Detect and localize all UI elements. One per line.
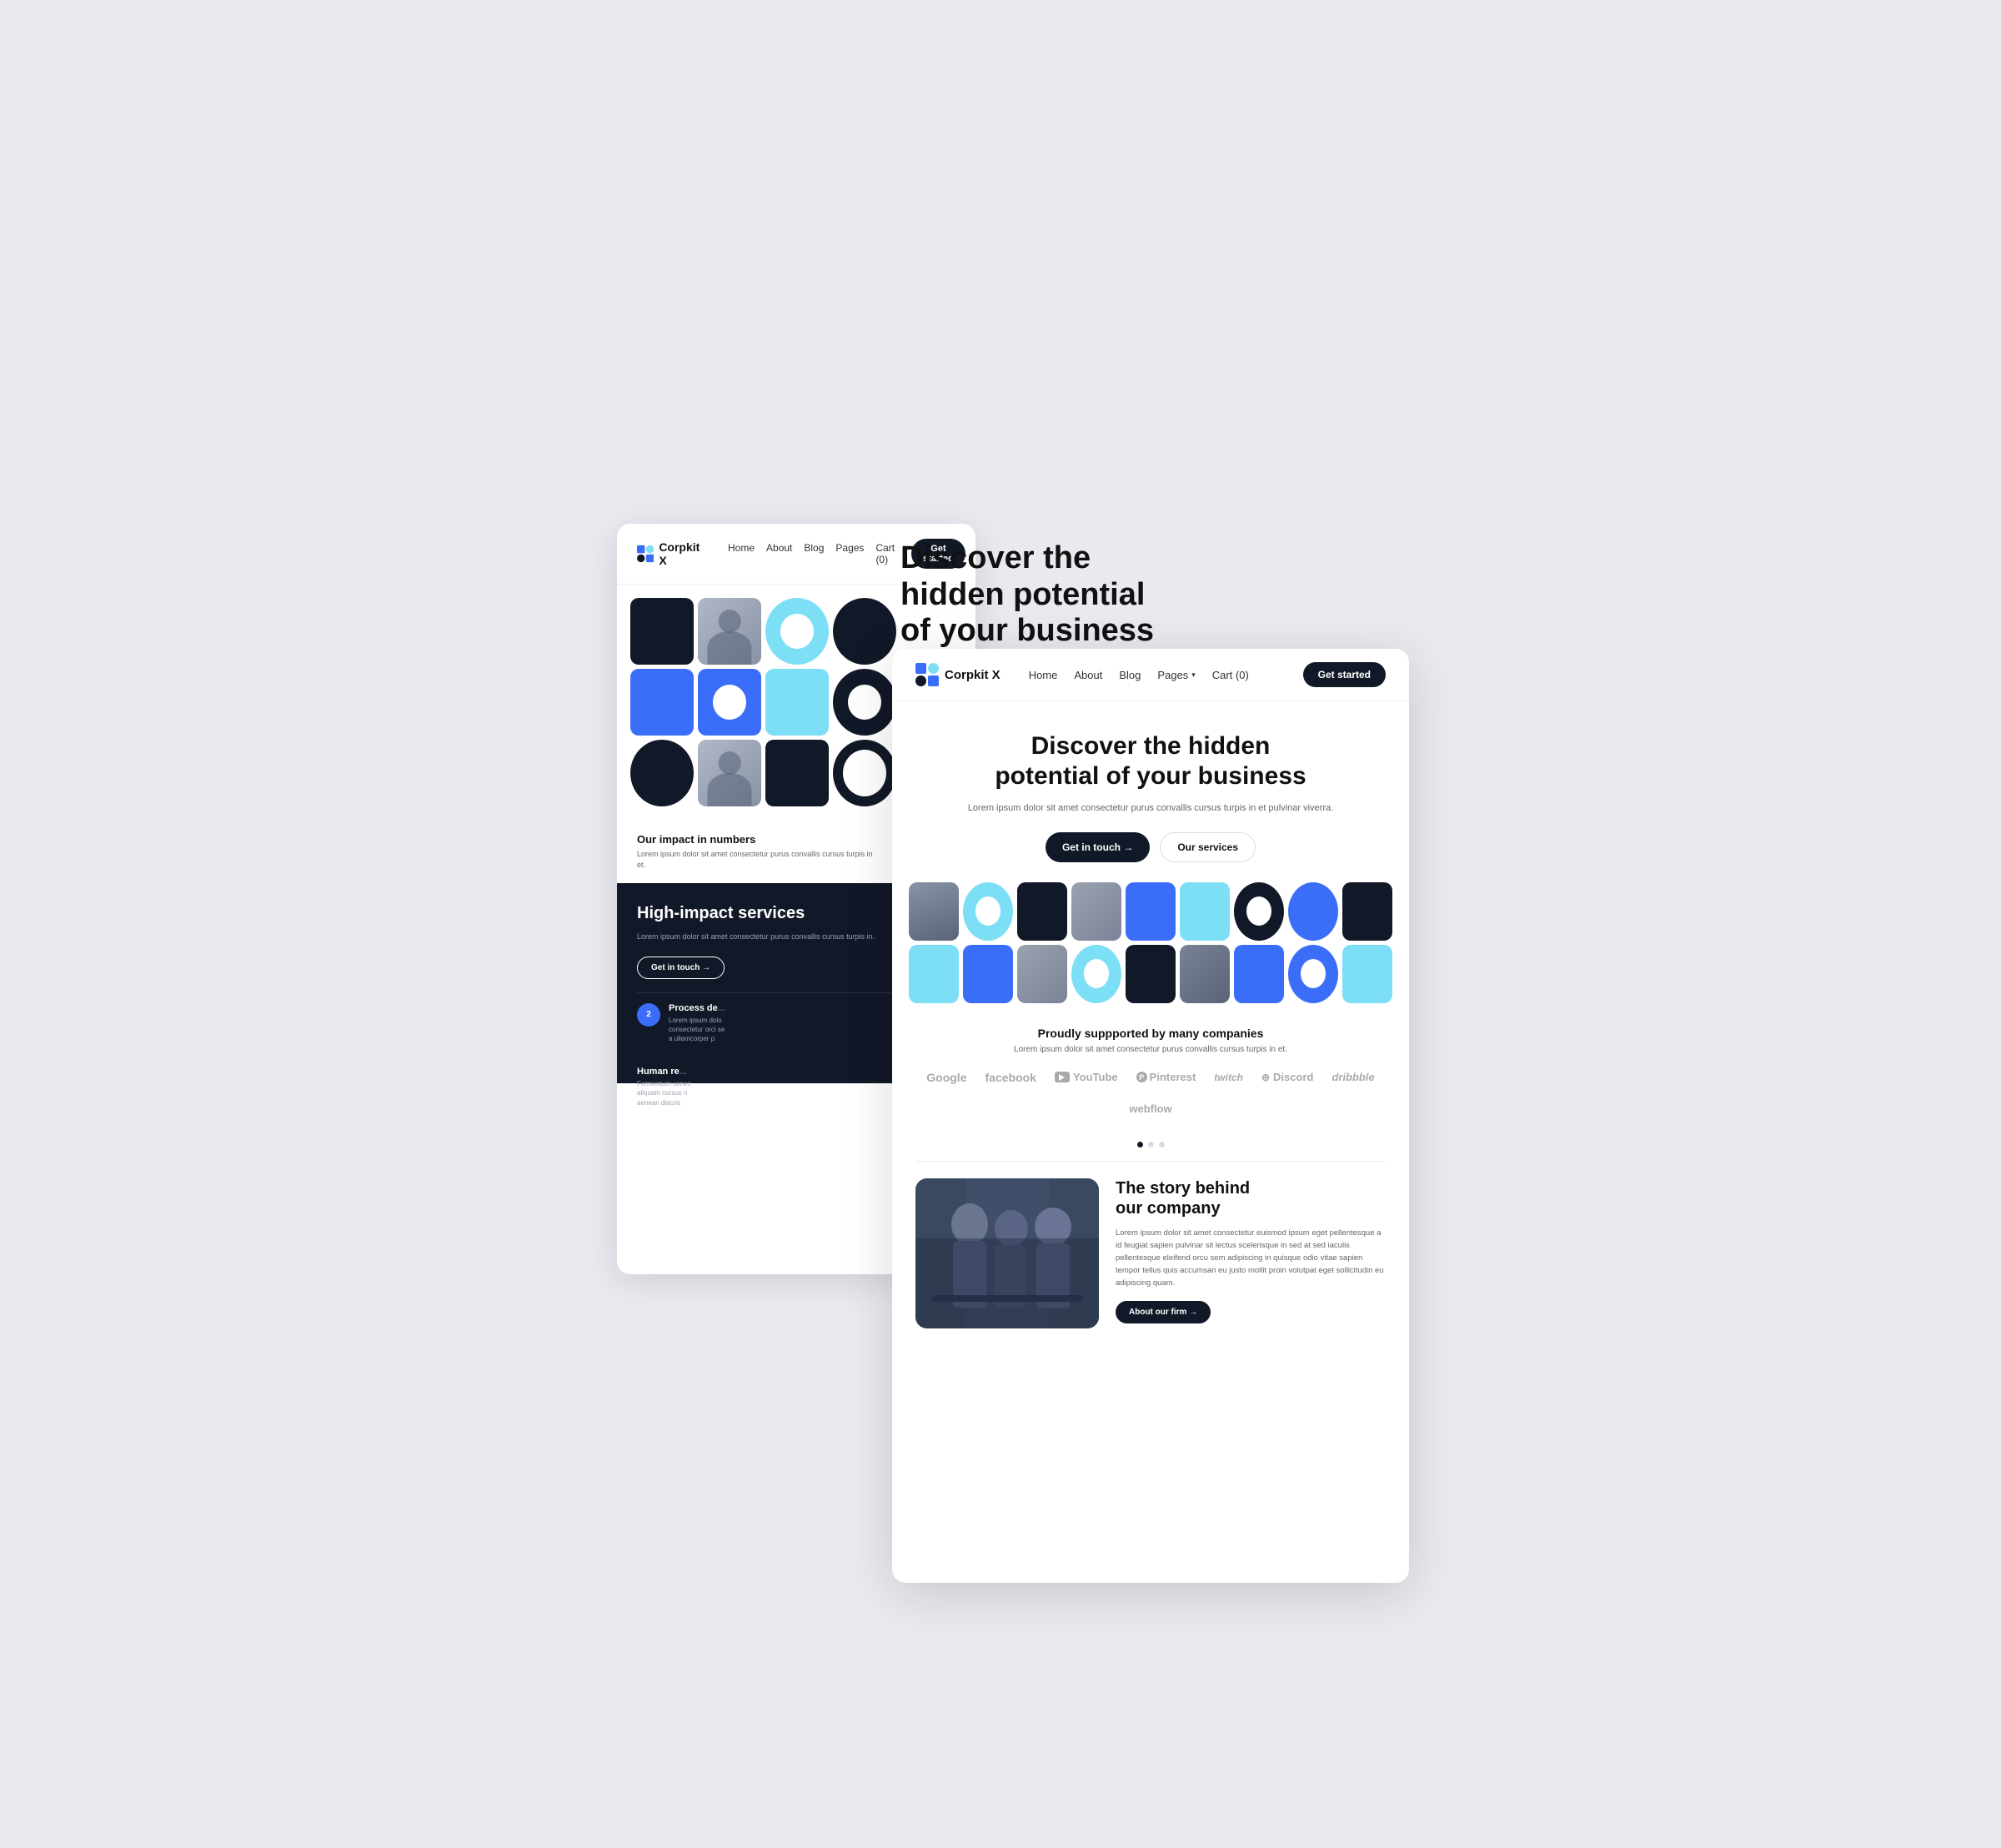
hero-section: Discover the hidden potential of your bu… <box>892 701 1409 882</box>
pinterest-icon: P <box>1136 1072 1147 1082</box>
chevron-down-icon: ▾ <box>1191 670 1196 680</box>
logo-twitch: twitch <box>1214 1072 1243 1083</box>
dot-3[interactable] <box>1159 1142 1165 1147</box>
hero-buttons: Get in touch → Our services <box>915 832 1386 862</box>
hero-description: Lorem ipsum dolor sit amet consectetur p… <box>915 801 1386 816</box>
shape-donut-white-2 <box>833 740 896 806</box>
stats-desc: Lorem ipsum dolor sit amet consectetur p… <box>637 849 876 870</box>
sh-photo-4 <box>1180 945 1230 1003</box>
sh-blue-3 <box>963 945 1013 1003</box>
nav-home-back[interactable]: Home <box>728 542 755 565</box>
story-section: The story behind our company Lorem ipsum… <box>892 1162 1409 1345</box>
story-image <box>915 1178 1099 1328</box>
story-text: The story behind our company Lorem ipsum… <box>1116 1178 1386 1324</box>
dot-2[interactable] <box>1148 1142 1154 1147</box>
about-firm-button[interactable]: About our firm → <box>1116 1301 1211 1323</box>
logo-webflow: webflow <box>1129 1102 1171 1115</box>
nav-about-back[interactable]: About <box>766 542 792 565</box>
process-text: Process de... Lorem ipsum doloconsectetu… <box>669 1003 725 1057</box>
shape-cyan-1 <box>765 669 829 736</box>
logo-dribbble: dribbble <box>1331 1071 1374 1083</box>
shape-donut-cyan-1 <box>765 598 829 665</box>
carousel-dots <box>892 1142 1409 1147</box>
get-in-touch-button-back[interactable]: Get in touch → <box>637 957 725 979</box>
nav-cart-back[interactable]: Cart (0) <box>875 542 895 565</box>
companies-logos: Google facebook YouTube P Pinterest twit… <box>915 1071 1386 1115</box>
youtube-icon <box>1055 1072 1070 1082</box>
nav-links-back: Home About Blog Pages Cart (0) <box>728 542 895 565</box>
sh-donut-cyan-2 <box>1071 945 1121 1003</box>
sh-dark-2 <box>1126 945 1176 1003</box>
logo-front: Corpkit X <box>915 663 1000 686</box>
logo-google: Google <box>926 1071 966 1084</box>
get-in-touch-button-front[interactable]: Get in touch → <box>1046 832 1150 862</box>
sh-donut-dark-1 <box>1234 882 1284 941</box>
discord-icon: ⊕ <box>1261 1072 1270 1083</box>
story-description: Lorem ipsum dolor sit amet consectetur e… <box>1116 1227 1386 1290</box>
sh-dark-sq-2 <box>1342 882 1392 941</box>
sh-cyan-2 <box>909 945 959 1003</box>
sh-blue-4 <box>1234 945 1284 1003</box>
logo-facebook: facebook <box>985 1071 1036 1084</box>
shape-photo-1 <box>698 598 761 665</box>
shape-donut-dark-1 <box>833 669 896 736</box>
shape-dark-1 <box>630 598 694 665</box>
nav-cta-front[interactable]: Get started <box>1303 662 1386 687</box>
nav-pages-back[interactable]: Pages <box>835 542 864 565</box>
navbar-front: Corpkit X Home About Blog Pages ▾ Cart (… <box>892 649 1409 701</box>
shape-donut-white-1 <box>698 669 761 736</box>
process-circle: 2 <box>637 1003 660 1027</box>
shape-dark-2 <box>833 598 896 665</box>
corpkit-logo-icon <box>915 663 939 686</box>
sh-cyan-3 <box>1342 945 1392 1003</box>
logo-back: Corpkit X <box>637 540 703 567</box>
sh-dark-sq-1 <box>1017 882 1067 941</box>
companies-title: Proudly suppported by many companies <box>915 1027 1386 1040</box>
nav-about-front[interactable]: About <box>1074 669 1102 681</box>
sh-blue-2 <box>1288 882 1338 941</box>
dot-1[interactable] <box>1137 1142 1143 1147</box>
nav-home-front[interactable]: Home <box>1029 669 1058 681</box>
shapes-grid-front <box>892 882 1409 1003</box>
twitch-icon: twitch <box>1214 1072 1243 1083</box>
process-desc: Lorem ipsum doloconsectetur orci sea ull… <box>669 1016 725 1044</box>
nav-cart-front[interactable]: Cart (0) <box>1212 669 1249 681</box>
stats-label: Our impact in numbers <box>637 833 876 846</box>
logo-youtube: YouTube <box>1055 1071 1118 1083</box>
sh-blue-1 <box>1126 882 1176 941</box>
hero-title: Discover the hidden potential of your bu… <box>915 731 1386 791</box>
shape-dark-3 <box>630 740 694 806</box>
shape-blue-1 <box>630 669 694 736</box>
nav-pages-front[interactable]: Pages ▾ <box>1157 669 1195 681</box>
sh-photo-1 <box>909 882 959 941</box>
sh-photo-2 <box>1071 882 1121 941</box>
stats-text: Our impact in numbers Lorem ipsum dolor … <box>637 833 876 870</box>
companies-desc: Lorem ipsum dolor sit amet consectetur p… <box>915 1045 1386 1054</box>
our-services-button[interactable]: Our services <box>1160 832 1256 862</box>
sh-photo-3 <box>1017 945 1067 1003</box>
front-card: Corpkit X Home About Blog Pages ▾ Cart (… <box>892 649 1409 1583</box>
nav-blog-back[interactable]: Blog <box>804 542 824 565</box>
companies-section: Proudly suppported by many companies Lor… <box>892 1003 1409 1128</box>
nav-links-front: Home About Blog Pages ▾ Cart (0) <box>1029 669 1249 681</box>
nav-blog-front[interactable]: Blog <box>1119 669 1141 681</box>
logo-discord: ⊕ Discord <box>1261 1071 1313 1083</box>
story-title: The story behind our company <box>1116 1178 1386 1218</box>
shape-dark-sq <box>765 740 829 806</box>
hero-text-partial: Discover the hidden potential of your bu… <box>900 540 1167 650</box>
sh-donut-blue-1 <box>1288 945 1338 1003</box>
sh-cyan-1 <box>1180 882 1230 941</box>
logo-pinterest: P Pinterest <box>1136 1071 1196 1083</box>
shape-photo-2 <box>698 740 761 806</box>
sh-donut-cyan-1 <box>963 882 1013 941</box>
process-title: Process de... <box>669 1003 725 1013</box>
